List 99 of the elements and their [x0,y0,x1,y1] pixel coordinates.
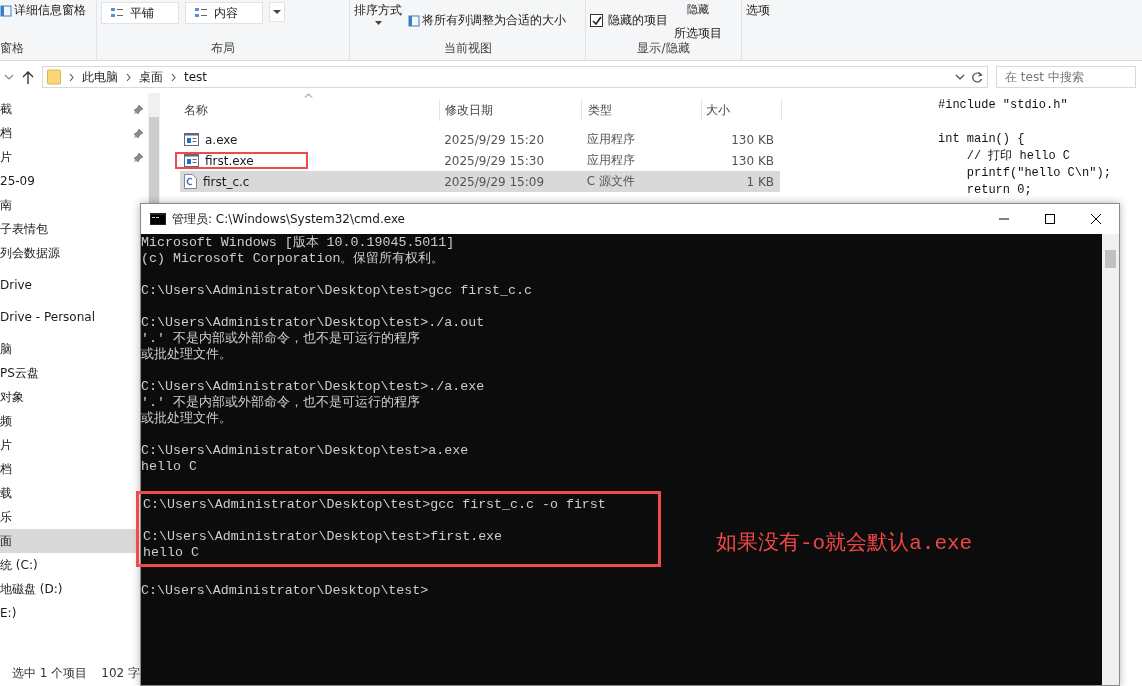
breadcrumb[interactable]: 此电脑 [82,68,118,86]
type-cell-text: C 源文件 [585,173,636,190]
console-line: Microsoft Windows [版本 10.0.19045.5011] [141,235,456,251]
console-line: hello C [141,459,198,475]
up-arrow-icon [22,70,34,84]
nav-item[interactable]: 地磁盘 (D:) [0,577,139,601]
group-label: 当前视图 [442,40,493,57]
breadcrumb[interactable]: test [184,70,208,84]
folder-icon [47,69,61,85]
nav-item[interactable]: E:) [0,601,139,625]
close-icon [1091,214,1101,224]
type-cell-text: 应用程序 [585,131,636,148]
file-row[interactable]: a.exe 2025/9/29 15:20 应用程序 130 KB [180,129,780,150]
file-size: 102 字 [101,664,140,682]
nav-item[interactable]: PS云盘 [0,361,139,385]
list-icon [194,6,208,20]
group-label: 布局 [210,40,236,57]
group-label: 显示/隐藏 [636,40,691,57]
column-header[interactable]: 名称 [160,99,440,121]
column-header[interactable]: 修改日期 [440,99,582,121]
file-name: a.exe [205,132,238,147]
console-line: C:\Users\Administrator\Desktop\test>./a.out [141,315,486,331]
application-icon [184,154,199,167]
date-cell-text: 2025/9/29 15:09 [443,174,546,189]
dropdown-button[interactable] [269,2,285,22]
nav-item[interactable]: 乐 [0,505,139,529]
file-row[interactable]: first_c.c 2025/9/29 15:09 C 源文件 1 KB [180,171,780,192]
date-cell-text: 2025/9/29 15:20 [443,132,546,147]
nav-item[interactable]: 对象 [0,385,139,409]
nav-item[interactable]: 25-09 [0,169,139,193]
breadcrumb[interactable]: 桌面 [139,68,163,86]
console-line: 或批处理文件。 [141,347,233,363]
console-line: (c) Microsoft Corporation。保留所有权利。 [141,251,446,267]
panel-icon [0,4,12,17]
scrollbar[interactable] [148,93,160,203]
c-file-icon [184,174,197,189]
file-name: first.exe [205,153,254,168]
size-cell-text: 130 KB [730,132,775,147]
refresh-icon [971,71,983,83]
column-header[interactable]: 类型 [582,99,702,121]
console-line: C:\Users\Administrator\Desktop\test> [141,583,430,599]
nav-item[interactable]: 片 [0,145,148,169]
nav-item[interactable]: 截 [0,97,148,121]
selection-count: 选中 1 个项目 [12,664,88,682]
nav-item[interactable]: 档 [0,457,139,481]
console-line: C:\Users\Administrator\Desktop\test>gcc first_c.c [141,283,533,299]
nav-item[interactable]: 统 (C:) [0,553,139,577]
nav-item[interactable]: 片 [0,433,139,457]
console-line: C:\Users\Administrator\Desktop\test>./a.exe [141,379,486,395]
column-header[interactable]: 大小 [702,99,782,121]
options-button[interactable]: 选项 [746,2,770,19]
nav-item[interactable]: Drive [0,273,139,297]
console-icon [150,213,166,225]
search-field[interactable]: 在 test 中搜索 [996,66,1136,88]
console-line: C:\Users\Administrator\Desktop\test>gcc first_c.c -o first [143,497,607,513]
nav-item[interactable]: 档 [0,121,148,145]
list-icon [110,6,124,20]
hidden-items-checkbox[interactable]: 隐藏的项目 [590,12,668,29]
annotation-text: 如果没有-o就会默认a.exe [716,530,973,557]
console-line: C:\Users\Administrator\Desktop\test>a.exe [141,443,470,459]
application-icon [184,133,199,146]
nav-item[interactable]: 脑 [0,337,139,361]
date-cell-text: 2025/9/29 15:30 [443,153,546,168]
size-cell-text: 1 KB [745,174,775,189]
ribbon-button[interactable]: 详细信息窗格 [0,2,86,19]
group-label: 窗格 [0,40,25,57]
hide-selected-button[interactable]: 隐藏 所选项目 [674,2,722,42]
caret-icon [374,21,382,25]
console-line: hello C [143,545,200,561]
file-name: first_c.c [203,174,250,189]
layout-option[interactable]: 内容 [185,2,263,24]
nav-item[interactable]: Drive - Personal [0,305,139,329]
window-title: 管理员: C:\Windows\System32\cmd.exe [172,210,405,228]
check-icon [591,16,602,25]
file-row[interactable]: first.exe 2025/9/29 15:30 应用程序 130 KB [180,150,780,171]
ribbon-button[interactable]: 将所有列调整为合适的大小 [408,12,566,29]
nav-item[interactable]: 列会数据源 [0,241,139,265]
layout-option[interactable]: 平铺 [101,2,179,24]
maximize-icon [1045,214,1055,224]
size-cell-text: 130 KB [730,153,775,168]
console-line: C:\Users\Administrator\Desktop\test>first.exe [143,529,504,545]
chevron-right-icon [126,72,131,82]
chevron-right-icon [171,72,176,82]
chevron-right-icon [69,72,74,82]
address-bar[interactable]: 此电脑 桌面 test [42,66,988,88]
nav-item[interactable]: 南 [0,193,139,217]
console-line: '.' 不是内部或外部命令，也不是可运行的程序 [141,395,421,411]
code-preview: #include "stdio.h" int main() { // 打印 hello C printf("hello C\n"); return 0; [938,97,1112,199]
chevron-down-icon[interactable] [955,74,965,80]
type-cell-text: 应用程序 [585,152,636,169]
sort-menu-button[interactable]: 排序方式 [354,2,402,25]
panel-icon [408,14,420,27]
nav-item[interactable]: 载 [0,481,139,505]
console-line: 或批处理文件。 [141,411,233,427]
nav-item[interactable]: 频 [0,409,139,433]
scrollbar[interactable] [1102,234,1119,685]
nav-item[interactable]: 子表情包 [0,217,139,241]
console-line: '.' 不是内部或外部命令，也不是可运行的程序 [141,331,421,347]
nav-item[interactable]: 面 [0,529,139,553]
